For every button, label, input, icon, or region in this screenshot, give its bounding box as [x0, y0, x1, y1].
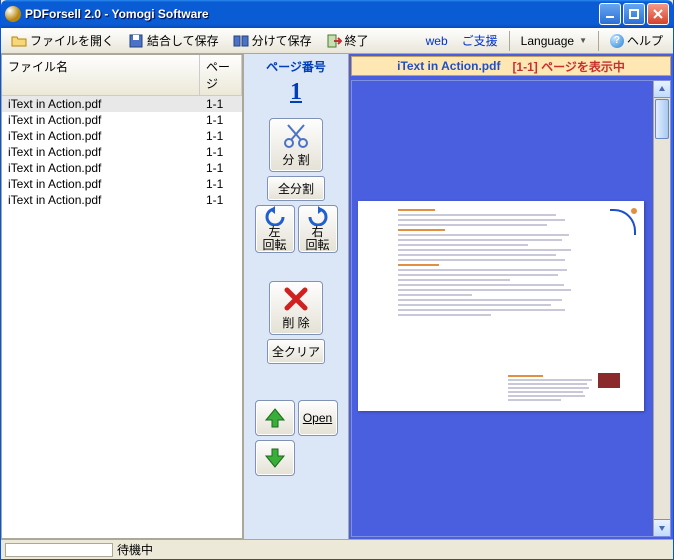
clear-all-button[interactable]: 全クリア: [267, 339, 325, 364]
merge-save-button[interactable]: 結合して保存: [122, 29, 225, 52]
title-bar: PDForsell 2.0 - Yomogi Software: [1, 0, 673, 28]
file-list-panel: ファイル名 ページ iText in Action.pdf1-1iText in…: [1, 54, 243, 539]
split-label: 分 割: [282, 151, 309, 168]
minimize-button[interactable]: [599, 3, 621, 25]
file-name-cell: iText in Action.pdf: [2, 160, 200, 176]
preview-message: ページを表示中: [541, 60, 625, 74]
page-thumbnail: [358, 201, 644, 411]
delete-button[interactable]: 削 除: [269, 281, 323, 335]
move-down-button[interactable]: [255, 440, 295, 476]
file-list-row[interactable]: iText in Action.pdf1-1: [2, 112, 242, 128]
file-page-cell: 1-1: [200, 96, 242, 112]
split-save-label: 分けて保存: [252, 32, 312, 49]
arrow-down-icon: [264, 447, 286, 469]
web-label: web: [426, 34, 448, 48]
save-merge-icon: [128, 33, 144, 49]
page-number-value: 1: [290, 79, 302, 106]
file-list-row[interactable]: iText in Action.pdf1-1: [2, 176, 242, 192]
exit-icon: [326, 33, 342, 49]
file-page-cell: 1-1: [200, 176, 242, 192]
file-name-cell: iText in Action.pdf: [2, 128, 200, 144]
split-all-label: 全分割: [278, 182, 314, 196]
web-link[interactable]: web: [420, 31, 454, 51]
merge-save-label: 結合して保存: [147, 32, 219, 49]
language-menu[interactable]: Language ▼: [515, 31, 593, 51]
scroll-thumb[interactable]: [655, 99, 669, 139]
open-button[interactable]: Open: [298, 400, 338, 436]
file-list-row[interactable]: iText in Action.pdf1-1: [2, 144, 242, 160]
scissors-icon: [282, 122, 310, 150]
file-page-cell: 1-1: [200, 144, 242, 160]
progress-bar: [5, 543, 113, 557]
file-list-row[interactable]: iText in Action.pdf1-1: [2, 160, 242, 176]
preview-header: iText in Action.pdf [1-1] ページを表示中: [351, 56, 671, 76]
file-page-cell: 1-1: [200, 128, 242, 144]
rotate-right-label: 右 回転: [305, 226, 329, 252]
page-number-label: ページ番号: [266, 58, 326, 75]
open-file-button[interactable]: ファイルを開く: [5, 29, 120, 52]
preview-filename: iText in Action.pdf: [397, 59, 500, 73]
file-list-row[interactable]: iText in Action.pdf1-1: [2, 96, 242, 112]
support-link[interactable]: ご支援: [456, 29, 504, 52]
app-icon: [5, 6, 21, 22]
preview-range: [1-1]: [512, 60, 537, 74]
main-toolbar: ファイルを開く 結合して保存 分けて保存 終了 web ご支援 Language…: [1, 28, 673, 54]
file-page-cell: 1-1: [200, 192, 242, 208]
support-label: ご支援: [462, 32, 498, 49]
window-title: PDForsell 2.0 - Yomogi Software: [25, 7, 599, 21]
exit-label: 終了: [345, 32, 369, 49]
file-list-header: ファイル名 ページ: [2, 55, 242, 96]
file-page-cell: 1-1: [200, 160, 242, 176]
scroll-down-button[interactable]: [654, 519, 670, 536]
preview-viewport[interactable]: [351, 80, 671, 537]
file-name-cell: iText in Action.pdf: [2, 144, 200, 160]
file-page-cell: 1-1: [200, 112, 242, 128]
chevron-down-icon: ▼: [579, 36, 587, 45]
file-name-cell: iText in Action.pdf: [2, 112, 200, 128]
clear-all-label: 全クリア: [272, 345, 320, 359]
file-name-cell: iText in Action.pdf: [2, 176, 200, 192]
close-button[interactable]: [647, 3, 669, 25]
file-list-body[interactable]: iText in Action.pdf1-1iText in Action.pd…: [2, 96, 242, 538]
status-bar: 待機中: [1, 539, 673, 559]
help-button[interactable]: ? ヘルプ: [604, 29, 669, 52]
control-panel: ページ番号 1 分 割 全分割 左 回転 右 回転 削 除: [243, 54, 349, 539]
rotate-right-icon: [307, 206, 329, 226]
save-split-icon: [233, 33, 249, 49]
status-text: 待機中: [117, 541, 153, 558]
open-file-label: ファイルを開く: [30, 32, 114, 49]
rotate-left-button[interactable]: 左 回転: [255, 205, 295, 253]
open-label: Open: [303, 411, 332, 425]
delete-x-icon: [282, 285, 310, 313]
scroll-up-button[interactable]: [654, 81, 670, 98]
rotate-right-button[interactable]: 右 回転: [298, 205, 338, 253]
help-label: ヘルプ: [627, 32, 663, 49]
delete-label: 削 除: [282, 314, 309, 331]
maximize-button[interactable]: [623, 3, 645, 25]
vertical-scrollbar[interactable]: [653, 81, 670, 536]
rotate-left-label: 左 回転: [262, 226, 286, 252]
col-header-name[interactable]: ファイル名: [2, 55, 200, 95]
exit-button[interactable]: 終了: [320, 29, 375, 52]
rotate-left-icon: [264, 206, 286, 226]
help-icon: ?: [610, 34, 624, 48]
file-name-cell: iText in Action.pdf: [2, 96, 200, 112]
move-up-button[interactable]: [255, 400, 295, 436]
language-label: Language: [521, 34, 574, 48]
split-button[interactable]: 分 割: [269, 118, 323, 172]
split-save-button[interactable]: 分けて保存: [227, 29, 318, 52]
folder-open-icon: [11, 33, 27, 49]
col-header-page[interactable]: ページ: [200, 55, 242, 95]
arrow-up-icon: [264, 407, 286, 429]
file-list-row[interactable]: iText in Action.pdf1-1: [2, 192, 242, 208]
file-name-cell: iText in Action.pdf: [2, 192, 200, 208]
file-list-row[interactable]: iText in Action.pdf1-1: [2, 128, 242, 144]
preview-panel: iText in Action.pdf [1-1] ページを表示中: [349, 54, 673, 539]
split-all-button[interactable]: 全分割: [267, 176, 325, 201]
